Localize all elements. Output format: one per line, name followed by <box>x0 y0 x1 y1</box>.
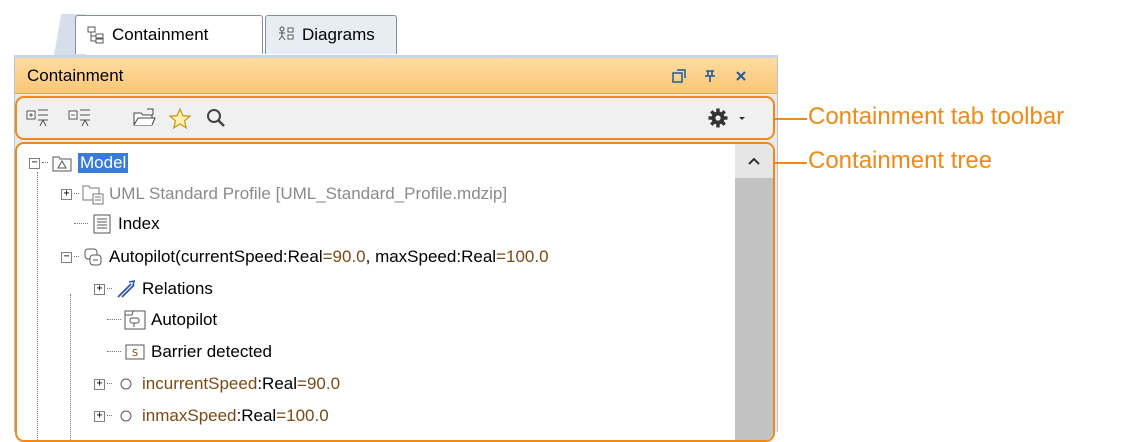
tree-node-autopilot-activity[interactable]: − Autopilot( currentSpeed : Real =90.0, m… <box>61 243 549 271</box>
tab-diagrams[interactable]: Diagrams <box>265 15 397 54</box>
param-default: =100.0 <box>276 406 329 425</box>
param-default: =90.0 <box>297 374 341 393</box>
profile-package-icon <box>82 183 104 205</box>
collapse-toggle-icon[interactable]: − <box>29 157 40 169</box>
star-icon[interactable] <box>167 106 193 130</box>
tree-node-model[interactable]: − Model <box>29 149 129 177</box>
containment-tree-icon <box>86 25 106 45</box>
tree-connector <box>107 319 121 321</box>
tree-connector <box>107 351 121 353</box>
dropdown-arrow-icon[interactable] <box>735 106 749 130</box>
activity-icon <box>82 246 104 268</box>
parameter-icon <box>115 373 137 395</box>
toolbar-callout-line <box>775 118 807 120</box>
diagrams-icon <box>276 25 296 45</box>
tree-node-label: Index <box>118 214 160 233</box>
collapse-all-icon[interactable] <box>67 106 93 130</box>
tree-node-index[interactable]: Index <box>74 210 160 238</box>
param-type: Real <box>287 247 323 266</box>
param-direction: in <box>142 406 156 425</box>
tree-connector <box>107 383 112 385</box>
tree-connector <box>107 415 112 417</box>
tree-connector <box>74 193 79 195</box>
tree-node-autopilot-diagram[interactable]: Autopilot <box>107 306 217 334</box>
tab-containment[interactable]: Containment <box>75 15 263 54</box>
tree-connector <box>107 288 112 290</box>
containment-panel: Containment − Model + UML Standard Profi… <box>14 58 778 442</box>
expand-toggle-icon[interactable]: + <box>94 283 105 295</box>
gear-icon[interactable] <box>705 106 731 130</box>
restore-icon[interactable] <box>670 67 688 85</box>
param-name: currentSpeed <box>180 247 283 266</box>
param-name: maxSpeed <box>155 406 237 425</box>
tree-node-param-currentspeed[interactable]: + in currentSpeed : Real =90.0 <box>94 370 340 398</box>
tab-strip: Containment Diagrams <box>0 0 780 58</box>
tree-node-uml-standard-profile[interactable]: + UML Standard Profile [UML_Standard_Pro… <box>61 180 507 208</box>
expand-all-icon[interactable] <box>25 106 51 130</box>
containment-tree[interactable]: − Model + UML Standard Profile [UML_Stan… <box>15 142 775 442</box>
tree-node-param-maxspeed[interactable]: + in maxSpeed : Real =100.0 <box>94 402 329 430</box>
parameter-icon <box>115 405 137 427</box>
relations-icon <box>115 278 137 300</box>
param-name: currentSpeed <box>155 374 258 393</box>
close-icon[interactable] <box>732 67 750 85</box>
param-type: Real <box>241 406 277 425</box>
tree-connector <box>74 256 79 258</box>
param-default: =100.0 <box>496 247 549 266</box>
expand-toggle-icon[interactable]: + <box>94 410 105 422</box>
tree-callout-line <box>775 162 807 164</box>
tree-connector <box>70 294 71 440</box>
scroll-up-button[interactable] <box>735 144 773 178</box>
toolbar-callout-label: Containment tab toolbar <box>808 103 1065 130</box>
vertical-scrollbar[interactable] <box>735 144 773 440</box>
param-type: Real <box>461 247 497 266</box>
pin-icon[interactable] <box>701 67 719 85</box>
svg-text:S: S <box>132 348 138 359</box>
tree-node-label: UML Standard Profile [UML_Standard_Profi… <box>109 184 508 203</box>
param-type: Real <box>262 374 298 393</box>
tree-connector <box>74 223 88 225</box>
tree-connector <box>37 172 38 440</box>
chevron-up-icon <box>748 157 760 165</box>
tree-connector <box>42 162 48 164</box>
param-name: , maxSpeed <box>365 247 457 266</box>
panel-header: Containment <box>15 58 777 94</box>
scrollbar-thumb[interactable] <box>735 178 773 440</box>
model-icon <box>51 152 73 174</box>
tree-callout-label: Containment tree <box>808 147 993 174</box>
tree-node-label: Model <box>78 153 129 173</box>
tab-containment-label: Containment <box>112 25 209 44</box>
tree-node-label: Autopilot( <box>109 247 181 266</box>
search-icon[interactable] <box>203 106 229 130</box>
containment-toolbar <box>15 96 775 140</box>
collapse-toggle-icon[interactable]: − <box>61 251 72 263</box>
tab-diagrams-label: Diagrams <box>302 25 375 44</box>
open-folder-icon[interactable] <box>131 106 157 130</box>
panel-title: Containment <box>27 65 124 85</box>
expand-toggle-icon[interactable]: + <box>94 378 105 390</box>
tree-node-label: Barrier detected <box>151 342 272 361</box>
tree-node-label: Autopilot <box>151 310 218 329</box>
tree-node-label: Relations <box>142 279 213 298</box>
param-default: =90.0 <box>322 247 366 266</box>
param-direction: in <box>142 374 156 393</box>
signal-icon: S <box>124 341 146 363</box>
document-icon <box>91 213 113 235</box>
tree-node-barrier-detected[interactable]: S Barrier detected <box>107 338 272 366</box>
tree-node-relations[interactable]: + Relations <box>94 275 213 303</box>
activity-diagram-icon <box>124 309 146 331</box>
expand-toggle-icon[interactable]: + <box>61 188 72 200</box>
